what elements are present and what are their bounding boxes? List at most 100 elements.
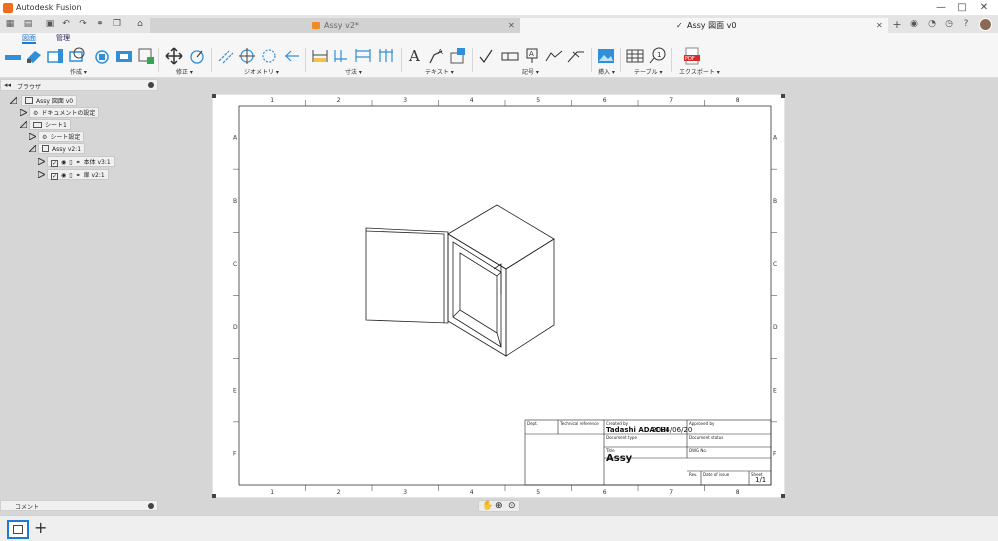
feature-control-frame-icon[interactable]: [501, 47, 519, 65]
close-tab-icon[interactable]: ✕: [876, 18, 883, 33]
save-icon[interactable]: ▣: [44, 19, 56, 30]
add-sheet-icon[interactable]: +: [34, 518, 47, 537]
visibility-eye-icon[interactable]: ◉: [61, 159, 66, 166]
pin-icon[interactable]: [148, 503, 154, 509]
link-icon[interactable]: ⚭: [94, 19, 106, 30]
zone-column-label: 7: [669, 489, 673, 496]
tree-item-sheet-settings[interactable]: ⚙ シート設定: [29, 131, 169, 142]
tables-group-label[interactable]: テーブル ▾: [634, 67, 663, 76]
tree-item-door[interactable]: ✓ ◉ ▯ ⚭ 扉 v2:1: [38, 169, 158, 180]
comments-panel[interactable]: コメント: [0, 500, 158, 511]
tree-item-drawing[interactable]: Assy 図面 v0: [10, 95, 150, 106]
app-title: Autodesk Fusion: [16, 3, 82, 12]
tab-manage[interactable]: 管理: [56, 33, 70, 44]
tab-assy-drawing[interactable]: ✓ Assy 図面 v0 ✕: [520, 18, 888, 33]
checkbox-icon[interactable]: ✓: [51, 173, 58, 180]
geometry-group-label[interactable]: ジオメトリ ▾: [244, 67, 279, 76]
tree-item-body[interactable]: ✓ ◉ ▯ ⚭ 本体 v3:1: [38, 156, 158, 167]
dimension-icon[interactable]: [311, 47, 329, 65]
app-grid-icon[interactable]: ▦: [4, 19, 16, 30]
tab-assy-v2[interactable]: Assy v2* ✕: [150, 18, 520, 33]
pdf-export-icon[interactable]: PDF: [683, 47, 701, 65]
new-sheet-icon[interactable]: [137, 47, 155, 65]
text-group-label[interactable]: テキスト ▾: [425, 67, 454, 76]
insert-image-icon[interactable]: [597, 47, 615, 65]
expand-arrow-icon[interactable]: [29, 145, 36, 152]
baseline-dimension-icon[interactable]: [354, 47, 372, 65]
sheet-thumbnail[interactable]: [7, 520, 29, 539]
insert-group-label[interactable]: 挿入 ▾: [598, 67, 615, 76]
detail-view-icon[interactable]: [68, 47, 86, 65]
create-group-label[interactable]: 作成 ▾: [70, 67, 87, 76]
avatar[interactable]: [979, 18, 992, 31]
body-node[interactable]: ✓ ◉ ▯ ⚭ 本体 v3:1: [47, 156, 115, 167]
modify-group-label[interactable]: 修正 ▾: [176, 67, 193, 76]
centerline-icon[interactable]: [217, 47, 235, 65]
expand-arrow-icon[interactable]: [10, 97, 17, 104]
fit-icon[interactable]: ⊙: [508, 501, 516, 511]
ordinate-dimension-icon[interactable]: [332, 47, 350, 65]
expand-arrow-icon[interactable]: [20, 109, 27, 116]
copy-icon[interactable]: ❐: [111, 19, 123, 30]
sheet-settings-node[interactable]: ⚙ シート設定: [38, 131, 85, 142]
expand-arrow-icon[interactable]: [38, 158, 45, 165]
file-menu-icon[interactable]: ▤: [22, 19, 34, 30]
undo-icon[interactable]: ↶: [60, 19, 72, 30]
expand-arrow-icon[interactable]: [20, 121, 27, 128]
edge-extension-icon[interactable]: [283, 47, 301, 65]
new-tab-icon[interactable]: +: [891, 19, 903, 30]
help-icon[interactable]: ?: [960, 19, 972, 30]
text-icon[interactable]: A: [409, 47, 420, 65]
tab-drawing[interactable]: 図面: [22, 33, 36, 44]
door-node[interactable]: ✓ ◉ ▯ ⚭ 扉 v2:1: [47, 169, 109, 180]
tree-item-sheet1[interactable]: シート1: [20, 119, 160, 130]
maximize-icon[interactable]: □: [955, 1, 969, 15]
drawing-sheet[interactable]: 1122334455667788AABBCCDDEEFF Dept. Techn…: [212, 94, 785, 498]
balloon-icon[interactable]: 1: [648, 47, 666, 65]
crop-view-icon[interactable]: [115, 47, 133, 65]
checkbox-icon[interactable]: ✓: [51, 160, 58, 167]
tree-item-document-settings[interactable]: ⚙ ドキュメントの設定: [20, 107, 160, 118]
taper-symbol-icon[interactable]: [567, 47, 585, 65]
tree-item-assy-view[interactable]: Assy v2:1: [29, 143, 169, 154]
assy-view-node[interactable]: Assy v2:1: [38, 143, 86, 154]
surface-texture-icon[interactable]: [478, 47, 496, 65]
weld-symbol-icon[interactable]: [545, 47, 563, 65]
base-view-icon[interactable]: [4, 47, 22, 65]
projected-view-icon[interactable]: [25, 47, 43, 65]
break-view-icon[interactable]: [93, 47, 111, 65]
table-icon[interactable]: [626, 47, 644, 65]
drawing-node[interactable]: Assy 図面 v0: [21, 95, 78, 106]
redo-icon[interactable]: ↷: [77, 19, 89, 30]
datum-identifier-icon[interactable]: A: [523, 47, 541, 65]
collapse-panel-icon[interactable]: ◂◂: [4, 81, 11, 89]
center-mark-pattern-icon[interactable]: [260, 47, 278, 65]
pan-icon[interactable]: ✋: [482, 501, 493, 511]
browser-panel-header[interactable]: ◂◂ ブラウザ: [0, 79, 158, 91]
home-icon[interactable]: ⌂: [134, 19, 146, 30]
symbols-group-label[interactable]: 記号 ▾: [522, 67, 539, 76]
rotate-icon[interactable]: [188, 47, 206, 65]
export-group-label[interactable]: エクスポート ▾: [679, 67, 720, 76]
minimize-icon[interactable]: —: [934, 1, 948, 15]
expand-arrow-icon[interactable]: [38, 171, 45, 178]
jobs-icon[interactable]: ◔: [926, 19, 938, 30]
center-mark-icon[interactable]: [238, 47, 256, 65]
close-window-icon[interactable]: ✕: [977, 1, 991, 15]
close-tab-icon[interactable]: ✕: [508, 18, 515, 33]
note-icon[interactable]: [449, 47, 467, 65]
zoom-icon[interactable]: ⊕: [495, 501, 503, 511]
chain-dimension-icon[interactable]: [377, 47, 395, 65]
dimensions-group-label[interactable]: 寸法 ▾: [345, 67, 362, 76]
visibility-eye-icon[interactable]: ◉: [61, 172, 66, 179]
sheet1-node[interactable]: シート1: [29, 119, 71, 130]
notifications-icon[interactable]: ◷: [943, 19, 955, 30]
section-view-icon[interactable]: [46, 47, 64, 65]
document-settings-node[interactable]: ⚙ ドキュメントの設定: [29, 107, 100, 118]
pin-icon[interactable]: [148, 82, 154, 88]
leader-icon[interactable]: A: [428, 47, 446, 65]
zone-row-label: D: [233, 324, 238, 331]
move-icon[interactable]: [165, 47, 183, 65]
extensions-icon[interactable]: ◉: [908, 19, 920, 30]
expand-arrow-icon[interactable]: [29, 133, 36, 140]
